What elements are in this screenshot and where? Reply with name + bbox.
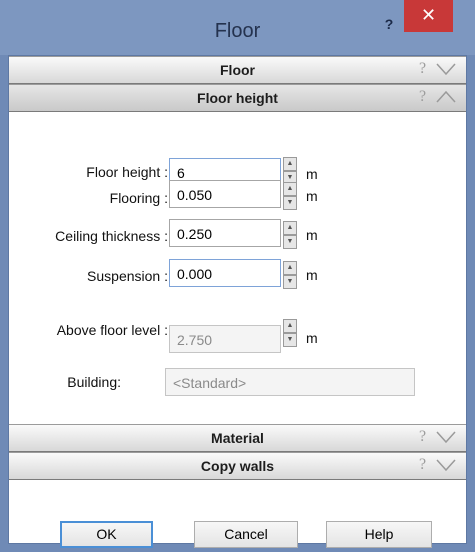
flooring-spinner[interactable]: ▲ ▼ (283, 182, 297, 211)
ceiling-thickness-label: Ceiling thickness : (55, 228, 168, 244)
floor-dialog: Floor ? ✕ Floor ? Floor height ? Floor h… (0, 0, 475, 552)
spin-up-icon[interactable]: ▲ (283, 261, 297, 275)
section-floor-label: Floor (220, 62, 255, 78)
above-floor-level-label: Above floor level : (56, 322, 168, 338)
section-copy-walls-label: Copy walls (200, 458, 275, 474)
section-floor-height[interactable]: Floor height ? (9, 84, 466, 112)
floor-height-unit: m (306, 166, 318, 182)
spin-down-icon[interactable]: ▼ (283, 196, 297, 210)
section-material-label: Material (211, 430, 264, 446)
help-question-icon[interactable]: ? (419, 60, 426, 78)
ok-button[interactable]: OK (60, 521, 153, 548)
ceiling-thickness-unit: m (306, 227, 318, 243)
flooring-label: Flooring : (109, 190, 168, 206)
spin-down-icon[interactable]: ▼ (283, 235, 297, 249)
spin-down-icon[interactable]: ▼ (283, 275, 297, 289)
cancel-button[interactable]: Cancel (194, 521, 298, 548)
title-bar[interactable]: Floor ? ✕ (0, 0, 475, 55)
section-floor[interactable]: Floor ? (9, 56, 466, 84)
help-button[interactable]: Help (326, 521, 432, 548)
building-field: <Standard> (165, 368, 415, 396)
spin-up-icon[interactable]: ▲ (283, 157, 297, 171)
suspension-label: Suspension : (87, 268, 168, 284)
section-material[interactable]: Material ? (9, 424, 466, 452)
dialog-content: Floor ? Floor height ? Floor height : 6 … (8, 55, 467, 544)
help-question-icon[interactable]: ? (419, 456, 426, 474)
ceiling-thickness-input[interactable]: 0.250 (169, 219, 281, 247)
spin-up-icon[interactable]: ▲ (283, 221, 297, 235)
close-button[interactable]: ✕ (404, 0, 453, 32)
spin-up-icon[interactable]: ▲ (283, 319, 297, 333)
flooring-input[interactable]: 0.050 (169, 180, 281, 208)
chevron-up-icon[interactable] (435, 88, 457, 106)
suspension-spinner[interactable]: ▲ ▼ (283, 261, 297, 290)
chevron-down-icon[interactable] (435, 60, 457, 78)
chevron-down-icon[interactable] (435, 456, 457, 474)
help-question-icon[interactable]: ? (419, 428, 426, 446)
above-floor-level-unit: m (306, 330, 318, 346)
section-copy-walls[interactable]: Copy walls ? (9, 452, 466, 480)
help-icon[interactable]: ? (374, 14, 404, 34)
flooring-unit: m (306, 188, 318, 204)
spin-down-icon[interactable]: ▼ (283, 333, 297, 347)
building-label: Building: (67, 374, 121, 390)
above-floor-level-spinner[interactable]: ▲ ▼ (283, 319, 297, 348)
suspension-input[interactable]: 0.000 (169, 259, 281, 287)
suspension-unit: m (306, 267, 318, 283)
above-floor-level-input: 2.750 (169, 325, 281, 353)
spin-up-icon[interactable]: ▲ (283, 182, 297, 196)
floor-height-label: Floor height : (86, 164, 168, 180)
section-floor-height-label: Floor height (197, 90, 278, 106)
help-question-icon[interactable]: ? (419, 88, 426, 106)
chevron-down-icon[interactable] (435, 428, 457, 446)
ceiling-thickness-spinner[interactable]: ▲ ▼ (283, 221, 297, 250)
